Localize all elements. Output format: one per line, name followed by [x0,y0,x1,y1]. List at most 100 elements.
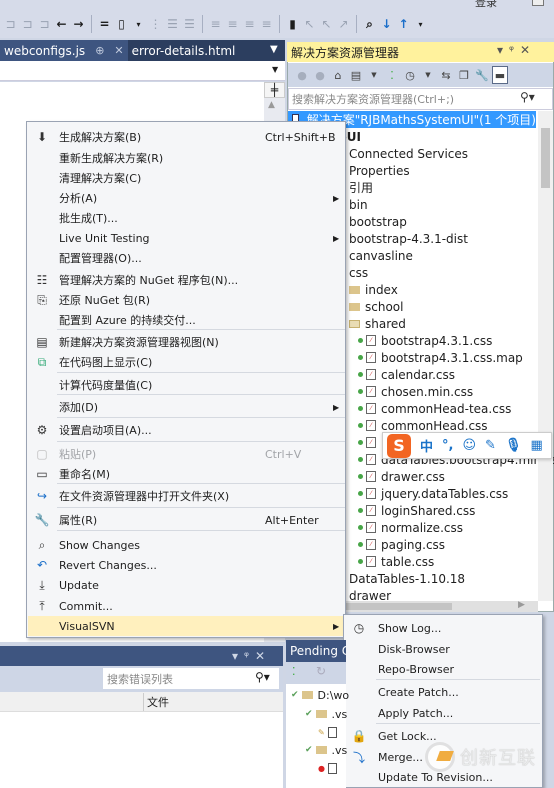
context-menu-item[interactable]: Live Unit Testing ▶ [28,228,346,248]
tab-webconfigs[interactable]: webconfigs.js ⊕ ✕ [0,40,128,61]
pin-icon[interactable]: ⊕ [95,44,104,57]
scrollbar-thumb[interactable] [541,128,550,188]
tree-item[interactable]: bootstrap-4.3.1-dist [349,230,468,247]
tab-list-dropdown-icon[interactable]: ▼ [270,44,278,55]
tab-error-details[interactable]: error-details.html [128,40,240,61]
search-icon[interactable]: ⚲▾ [520,90,535,104]
refresh-icon[interactable]: ↻ [316,664,326,678]
context-menu-item[interactable]: 分析(A) ▶ [28,188,346,208]
overflow-icon[interactable]: ▾ [412,14,429,34]
breakpoint-icon[interactable]: ⊐ [36,14,53,34]
tree-file-item[interactable]: ⁄ jquery.dataTables.css [358,485,508,502]
tree-file-item[interactable]: ⁄ bootstrap4.3.1.css.map [358,349,523,366]
overflow-icon[interactable]: ▾ [130,14,147,34]
breakpoint-icon[interactable]: ⊐ [2,14,19,34]
context-menu-item[interactable]: ☷ 管理解决方案的 NuGet 程序包(N)... [28,270,346,290]
pending-change-row[interactable]: ✎ [318,723,340,741]
tree-item[interactable]: DataTables-1.10.18 [349,570,465,587]
clear-bookmarks-icon[interactable]: ↗ [335,14,352,34]
properties-icon[interactable]: 🔧 [474,66,490,84]
skin-icon[interactable]: ✎ [485,438,496,453]
close-icon[interactable]: ✕ [114,44,123,57]
tree-file-item[interactable]: ⁄ chosen.min.css [358,383,473,400]
error-list-search-input[interactable]: 搜索错误列表 [103,668,279,689]
pending-changes-filter-icon[interactable]: ⁚ [384,66,400,84]
down-arrow-icon[interactable]: ↓ [378,14,395,34]
tree-item[interactable]: bootstrap [349,213,407,230]
pending-change-row[interactable]: ✔ D:\wo [291,686,349,704]
context-menu-item[interactable]: ⧉ 在代码图上显示(C) [28,352,346,372]
restore-window-button[interactable] [532,0,544,6]
dropdown-icon[interactable]: ▾ [232,649,244,663]
pending-change-row[interactable]: ● [318,759,340,777]
tree-file-item[interactable]: ⁄ paging.css [358,536,445,553]
toolbox-icon[interactable]: ▦ [530,438,542,453]
chevron-down-icon[interactable]: ▼ [420,66,436,84]
pin-icon[interactable]: ᵠ [509,43,520,57]
back-arrow-icon[interactable]: ← [53,14,70,34]
tree-file-item[interactable]: ⁄ bootstrap4.3.1.css [358,332,492,349]
tree-item[interactable]: Properties [349,162,410,179]
ime-punctuation-toggle[interactable]: °, [442,438,453,453]
context-menu-item[interactable]: ⎘ 还原 NuGet 包(R) [28,290,346,310]
context-menu-item[interactable]: ⬇ 生成解决方案(B) Ctrl+Shift+B [28,127,346,147]
context-menu-item[interactable]: VisualSVN ▶ [28,616,346,636]
collapse-all-icon[interactable]: ❐ [456,66,472,84]
context-menu-item[interactable]: ↪ 在文件资源管理器中打开文件夹(X) [28,486,346,506]
switch-views-icon[interactable]: ▤ [348,66,364,84]
tree-item[interactable]: canvasline [349,247,413,264]
emoji-icon[interactable]: ☺ [462,438,476,453]
tree-item[interactable]: 引用 [349,179,373,196]
filter-icon[interactable]: ⁚ [292,665,296,678]
split-editor-button[interactable]: ╪ [264,82,285,98]
context-menu-item[interactable]: ⚙ 设置启动项目(A)... [28,420,346,440]
context-menu-item[interactable]: 清理解决方案(C) [28,168,346,188]
tree-file-item[interactable]: ⁄ [358,434,381,451]
search-icon[interactable]: ⚲▾ [255,670,270,684]
tree-folder-item[interactable]: school [349,298,403,315]
submenu-item[interactable]: Create Patch... [345,682,543,702]
tree-file-item[interactable]: ⁄ commonHead-tea.css [358,400,511,417]
back-icon[interactable]: ● [294,66,310,84]
find-icon[interactable]: ⌕ [361,14,378,34]
submenu-item[interactable]: Apply Patch... [345,703,543,723]
comment-icon[interactable]: ☰ [181,14,198,34]
tree-file-item[interactable]: ⁄ drawer.css [358,468,445,485]
uncomment-icon[interactable]: ≡ [207,14,224,34]
context-menu-item[interactable]: 配置到 Azure 的持续交付... [28,310,346,330]
scroll-up-icon[interactable]: ▲ [268,100,275,110]
tree-file-item[interactable]: ⁄ loginShared.css [358,502,475,519]
close-icon[interactable]: ✕ [520,43,536,57]
tree-file-item[interactable]: ⁄ normalize.css [358,519,463,536]
dropdown-icon[interactable]: ▾ [497,43,509,57]
history-icon[interactable]: ◷ [402,66,418,84]
pending-change-row[interactable]: ✔ .vs [305,741,347,759]
submenu-item[interactable]: ◷ Show Log... [345,618,543,638]
format-icon[interactable]: ≡ [258,14,275,34]
chevron-down-icon[interactable]: ▼ [366,66,382,84]
forward-icon[interactable]: ● [312,66,328,84]
format-icon[interactable]: ≡ [224,14,241,34]
ime-language-toggle[interactable]: 中 [420,436,433,455]
column-header-file[interactable]: 文件 [143,693,278,711]
context-menu-item[interactable]: ⤒ Commit... [28,596,346,616]
context-menu-item[interactable]: 配置管理器(O)... [28,248,346,268]
equals-icon[interactable]: = [96,14,113,34]
navigation-bar[interactable] [0,61,285,81]
lock-icon[interactable]: ▯ [113,14,130,34]
pending-change-row[interactable]: ✔ .vs [305,705,347,723]
sync-icon[interactable]: ⇆ [438,66,454,84]
context-menu-item[interactable]: ↶ Revert Changes... [28,555,346,575]
home-icon[interactable]: ⌂ [330,66,346,84]
tree-folder-item[interactable]: shared [349,315,406,332]
chevron-down-icon[interactable]: ▼ [272,65,278,74]
tree-file-item[interactable]: ⁄ table.css [358,553,434,570]
solution-explorer-search-input[interactable]: 搜索解决方案资源管理器(Ctrl+;) [288,88,553,110]
submenu-item[interactable]: Repo-Browser [345,659,543,679]
context-menu-item[interactable]: ⌕ Show Changes [28,535,346,555]
prev-bookmark-icon[interactable]: ↖ [301,14,318,34]
context-menu-item[interactable]: ▭ 重命名(M) [28,464,346,484]
next-bookmark-icon[interactable]: ↖ [318,14,335,34]
tree-folder-item[interactable]: index [349,281,398,298]
context-menu-item[interactable]: ⤓ Update [28,575,346,595]
